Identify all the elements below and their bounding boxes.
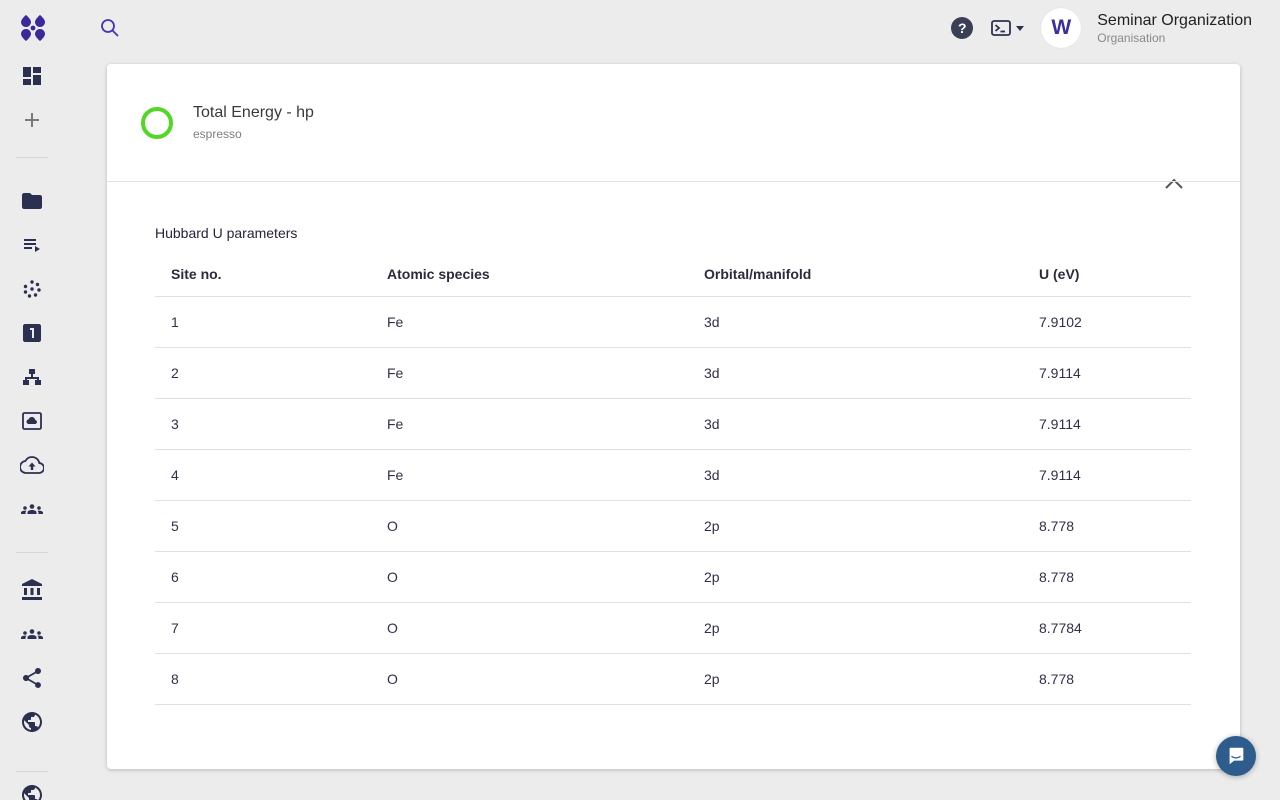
chat-launcher-button[interactable] (1216, 736, 1256, 776)
org-block[interactable]: Seminar Organization Organisation (1097, 11, 1252, 46)
col-atomic-species: Atomic species (371, 252, 688, 297)
card-title: Total Energy - hp (193, 104, 314, 122)
process-card: Total Energy - hp espresso Hubbard U par… (107, 64, 1240, 769)
cell-u-ev: 7.9102 (1023, 297, 1191, 348)
cell-orbital: 3d (688, 399, 1023, 450)
col-orbital: Orbital/manifold (688, 252, 1023, 297)
card-header[interactable]: Total Energy - hp espresso (107, 64, 1240, 181)
groups-icon[interactable] (20, 497, 44, 521)
card-subtitle: espresso (193, 127, 314, 141)
cell-site-no: 2 (155, 348, 371, 399)
cell-atomic-species: Fe (371, 348, 688, 399)
app-logo-icon[interactable] (18, 13, 48, 43)
hubbard-table: Site no. Atomic species Orbital/manifold… (155, 252, 1191, 705)
cell-site-no: 8 (155, 654, 371, 705)
card-title-block: Total Energy - hp espresso (193, 104, 314, 141)
table-row: 2 Fe 3d 7.9114 (155, 348, 1191, 399)
globe-icon[interactable] (20, 710, 44, 734)
col-u-ev: U (eV) (1023, 252, 1191, 297)
sidebar-divider (16, 552, 48, 553)
cell-site-no: 6 (155, 552, 371, 603)
cell-atomic-species: O (371, 654, 688, 705)
terminal-icon (989, 16, 1013, 40)
chevron-down-icon (1015, 23, 1025, 33)
cell-orbital: 2p (688, 654, 1023, 705)
tree-icon[interactable] (20, 365, 44, 389)
sidebar (0, 56, 64, 800)
groups-icon[interactable] (20, 622, 44, 646)
status-ring-icon (141, 107, 173, 139)
table-row: 6 O 2p 8.778 (155, 552, 1191, 603)
cell-orbital: 2p (688, 501, 1023, 552)
image-cloud-icon[interactable] (20, 409, 44, 433)
topbar: ? W Seminar Organization Organisation (0, 0, 1280, 56)
col-site-no: Site no. (155, 252, 371, 297)
cell-atomic-species: O (371, 501, 688, 552)
cell-site-no: 1 (155, 297, 371, 348)
cell-atomic-species: O (371, 552, 688, 603)
topbar-right: ? W Seminar Organization Organisation (951, 0, 1252, 56)
table-row: 4 Fe 3d 7.9114 (155, 450, 1191, 501)
cell-u-ev: 7.9114 (1023, 348, 1191, 399)
table-row: 5 O 2p 8.778 (155, 501, 1191, 552)
table-row: 1 Fe 3d 7.9102 (155, 297, 1191, 348)
cloud-upload-icon[interactable] (20, 453, 44, 477)
chat-bubble-icon (1225, 745, 1247, 767)
cell-atomic-species: Fe (371, 399, 688, 450)
table-row: 3 Fe 3d 7.9114 (155, 399, 1191, 450)
share-icon[interactable] (20, 666, 44, 690)
app-root: { "header": { "help_label": "?", "avatar… (0, 0, 1280, 800)
table-header-row: Site no. Atomic species Orbital/manifold… (155, 252, 1191, 297)
cell-orbital: 3d (688, 348, 1023, 399)
cell-site-no: 5 (155, 501, 371, 552)
cell-site-no: 4 (155, 450, 371, 501)
cell-orbital: 3d (688, 297, 1023, 348)
hubbard-table-body: 1 Fe 3d 7.9102 2 Fe 3d 7.9114 3 Fe 3d 7.… (155, 297, 1191, 705)
card-header-divider (107, 181, 1240, 182)
cell-orbital: 2p (688, 603, 1023, 654)
cell-orbital: 3d (688, 450, 1023, 501)
console-menu-button[interactable] (989, 16, 1025, 40)
looks-one-icon[interactable] (20, 321, 44, 345)
cell-site-no: 7 (155, 603, 371, 654)
table-row: 7 O 2p 8.7784 (155, 603, 1191, 654)
cell-u-ev: 7.9114 (1023, 450, 1191, 501)
help-icon[interactable]: ? (951, 17, 973, 39)
hubbard-table-head: Site no. Atomic species Orbital/manifold… (155, 252, 1191, 297)
cell-u-ev: 8.778 (1023, 552, 1191, 603)
cluster-icon[interactable] (20, 277, 44, 301)
globe-icon[interactable] (20, 783, 44, 800)
table-row: 8 O 2p 8.778 (155, 654, 1191, 705)
dashboard-icon[interactable] (20, 64, 44, 88)
cell-u-ev: 8.778 (1023, 654, 1191, 705)
cell-site-no: 3 (155, 399, 371, 450)
cell-orbital: 2p (688, 552, 1023, 603)
chevron-up-icon[interactable] (1162, 176, 1186, 196)
section-title: Hubbard U parameters (155, 225, 297, 241)
search-icon[interactable] (98, 16, 122, 40)
cell-u-ev: 8.7784 (1023, 603, 1191, 654)
cell-atomic-species: Fe (371, 450, 688, 501)
sidebar-divider (16, 771, 48, 772)
add-icon[interactable] (20, 108, 44, 132)
org-name: Seminar Organization (1097, 11, 1252, 31)
cell-u-ev: 7.9114 (1023, 399, 1191, 450)
cell-atomic-species: Fe (371, 297, 688, 348)
org-type: Organisation (1097, 31, 1252, 46)
cell-u-ev: 8.778 (1023, 501, 1191, 552)
cell-atomic-species: O (371, 603, 688, 654)
playlist-icon[interactable] (20, 233, 44, 257)
folder-icon[interactable] (20, 189, 44, 213)
bank-icon[interactable] (20, 578, 44, 602)
sidebar-divider (16, 157, 48, 158)
avatar[interactable]: W (1041, 8, 1081, 48)
